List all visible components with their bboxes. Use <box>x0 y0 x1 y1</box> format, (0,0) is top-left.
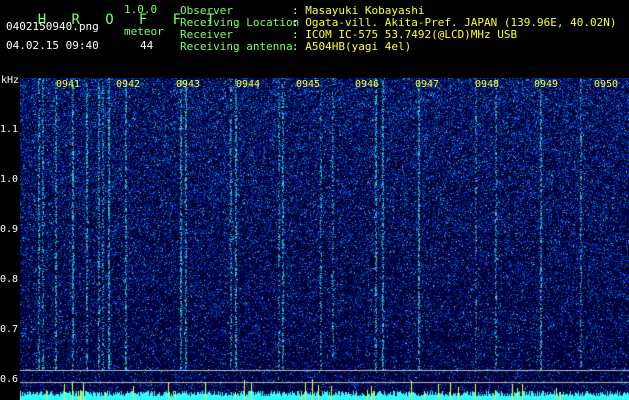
time-label: 0942 <box>116 79 141 90</box>
header-panel: H R O F F T 1.0.0 0402150940.png 04.02.1… <box>0 0 629 74</box>
meteor-label: meteor <box>124 25 164 38</box>
time-label: 0943 <box>176 79 201 90</box>
file-name: 0402150940.png <box>6 20 99 33</box>
time-label: 0950 <box>594 79 619 90</box>
y-tick-label: 0.9 <box>0 224 19 235</box>
time-label: 0948 <box>475 79 500 90</box>
y-tick-label: 0.8 <box>0 274 19 285</box>
date-time: 04.02.15 09:40 <box>6 39 99 52</box>
y-tick-label: 0.6 <box>0 374 19 385</box>
antenna-value: : A504HB(yagi 4el) <box>292 40 412 53</box>
y-tick-label: 1.1 <box>0 124 19 135</box>
time-label: 0945 <box>296 79 321 90</box>
time-label: 0947 <box>415 79 440 90</box>
frequency-axis: kHz 1.1 1.0 0.9 0.8 0.7 0.6 <box>0 74 20 400</box>
time-label: 0941 <box>56 79 81 90</box>
time-label: 0946 <box>355 79 380 90</box>
title-letter: O <box>105 12 114 28</box>
meteor-count: 44 <box>140 39 154 52</box>
y-tick-label: 0.7 <box>0 324 19 335</box>
spectrogram-canvas <box>20 78 629 400</box>
y-tick-label: 1.0 <box>0 174 19 185</box>
axis-unit-label: kHz <box>1 75 20 86</box>
time-label: 0949 <box>534 79 559 90</box>
time-label: 0944 <box>236 79 261 90</box>
app-version: 1.0.0 <box>124 3 158 16</box>
antenna-label: Receiving antenna <box>180 40 293 53</box>
